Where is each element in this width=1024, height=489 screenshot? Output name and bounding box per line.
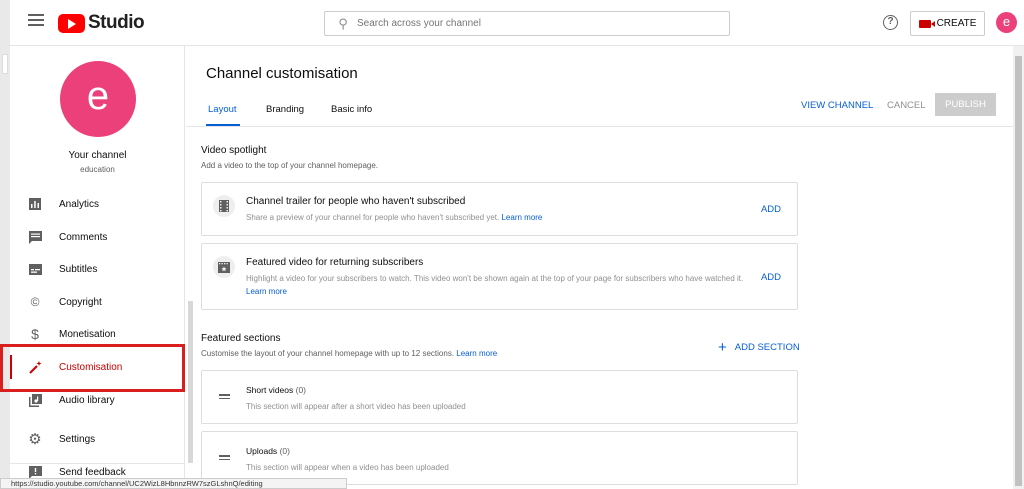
sidebar-item-subtitles[interactable]: Subtitles bbox=[10, 253, 185, 285]
sidebar-item-copyright[interactable]: © Copyright bbox=[10, 286, 185, 318]
sidebar-item-label: Send feedback bbox=[59, 466, 126, 478]
sidebar-item-label: Settings bbox=[59, 433, 96, 445]
sidebar-item-label: Monetisation bbox=[59, 328, 116, 340]
learn-more-link[interactable]: Learn more bbox=[456, 349, 497, 358]
tab-basic-info[interactable]: Basic info bbox=[331, 104, 372, 115]
featured-video-icon bbox=[213, 256, 235, 278]
add-trailer-button[interactable]: ADD bbox=[761, 204, 781, 215]
video-spotlight-subtitle: Add a video to the top of your channel h… bbox=[201, 161, 379, 170]
copyright-icon: © bbox=[30, 295, 40, 309]
film-strip-icon bbox=[213, 195, 235, 217]
create-button[interactable]: CREATE bbox=[910, 11, 985, 36]
youtube-play-icon bbox=[58, 13, 85, 33]
sidebar-item-label: Subtitles bbox=[59, 263, 98, 275]
section-desc: This section will appear when a video ha… bbox=[246, 463, 449, 472]
sidebar-item-label: Analytics bbox=[59, 198, 100, 210]
dollar-icon: $ bbox=[31, 326, 39, 342]
gear-icon: ⚙ bbox=[28, 431, 42, 448]
section-card-uploads[interactable]: Uploads (0) This section will appear whe… bbox=[201, 431, 798, 485]
section-card-short-videos[interactable]: Short videos (0) This section will appea… bbox=[201, 370, 798, 424]
panel-handle[interactable] bbox=[2, 54, 8, 74]
section-count: (0) bbox=[295, 385, 307, 395]
learn-more-link[interactable]: Learn more bbox=[246, 287, 287, 296]
help-icon[interactable]: ? bbox=[883, 15, 898, 30]
audio-library-icon bbox=[28, 393, 42, 407]
drag-handle-icon[interactable] bbox=[219, 455, 230, 462]
section-title-text: Short videos bbox=[246, 385, 294, 395]
sidebar-item-settings[interactable]: ⚙ Settings bbox=[10, 423, 185, 455]
feedback-icon bbox=[28, 465, 42, 479]
search-bar[interactable]: ⚲ bbox=[324, 11, 730, 36]
video-spotlight-title: Video spotlight bbox=[201, 145, 267, 156]
learn-more-link[interactable]: Learn more bbox=[501, 213, 542, 222]
drag-handle-icon[interactable] bbox=[219, 394, 230, 401]
account-avatar[interactable]: e bbox=[996, 12, 1017, 33]
channel-trailer-title: Channel trailer for people who haven't s… bbox=[246, 196, 466, 207]
create-video-icon bbox=[918, 19, 935, 28]
sidebar-item-analytics[interactable]: Analytics bbox=[10, 188, 185, 220]
comments-icon bbox=[28, 230, 42, 244]
tab-layout[interactable]: Layout bbox=[208, 104, 237, 115]
status-bar-url: https://studio.youtube.com/channel/UC2Wi… bbox=[0, 478, 347, 489]
channel-avatar[interactable]: e bbox=[60, 61, 136, 137]
add-featured-video-button[interactable]: ADD bbox=[761, 272, 781, 283]
featured-sections-title: Featured sections bbox=[201, 333, 281, 344]
page-title: Channel customisation bbox=[206, 65, 358, 82]
subtitles-icon bbox=[28, 262, 42, 276]
search-icon: ⚲ bbox=[338, 15, 348, 31]
search-input[interactable] bbox=[357, 18, 697, 29]
featured-sections-subtitle-text: Customise the layout of your channel hom… bbox=[201, 349, 455, 358]
highlight-annotation-box bbox=[0, 344, 185, 392]
plus-icon: + bbox=[718, 338, 727, 356]
main-content: Channel customisation Layout Branding Ba… bbox=[186, 46, 1013, 489]
publish-button[interactable]: PUBLISH bbox=[935, 93, 996, 116]
sidebar-item-comments[interactable]: Comments bbox=[10, 221, 185, 253]
logo-text: Studio bbox=[88, 12, 145, 33]
hamburger-menu-icon[interactable] bbox=[28, 14, 44, 30]
section-title: Short videos (0) bbox=[246, 385, 306, 395]
section-desc: This section will appear after a short v… bbox=[246, 402, 466, 411]
section-title: Uploads (0) bbox=[246, 446, 290, 456]
channel-trailer-desc-text: Share a preview of your channel for peop… bbox=[246, 213, 500, 222]
view-channel-button[interactable]: VIEW CHANNEL bbox=[801, 100, 873, 111]
featured-video-desc: Highlight a video for your subscribers t… bbox=[246, 272, 761, 298]
add-section-button[interactable]: + ADD SECTION bbox=[718, 338, 800, 356]
create-label: CREATE bbox=[936, 18, 977, 29]
section-count: (0) bbox=[279, 446, 290, 456]
channel-name: education bbox=[80, 165, 115, 174]
tab-divider bbox=[186, 126, 1013, 127]
featured-sections-subtitle: Customise the layout of your channel hom… bbox=[201, 349, 497, 358]
channel-trailer-card: Channel trailer for people who haven't s… bbox=[201, 182, 798, 236]
tab-branding[interactable]: Branding bbox=[266, 104, 304, 115]
analytics-icon bbox=[28, 197, 42, 211]
featured-video-desc-text: Highlight a video for your subscribers t… bbox=[246, 274, 744, 283]
channel-trailer-desc: Share a preview of your channel for peop… bbox=[246, 211, 761, 224]
top-bar: Studio ⚲ ? CREATE e bbox=[0, 0, 1024, 46]
section-title-text: Uploads bbox=[246, 446, 278, 456]
sidebar-item-label: Copyright bbox=[59, 296, 102, 308]
cancel-button[interactable]: CANCEL bbox=[887, 100, 926, 111]
add-section-label: ADD SECTION bbox=[734, 342, 800, 353]
featured-video-card: Featured video for returning subscribers… bbox=[201, 243, 798, 310]
featured-video-title: Featured video for returning subscribers bbox=[246, 257, 424, 268]
your-channel-label: Your channel bbox=[68, 150, 127, 161]
studio-logo[interactable]: Studio bbox=[58, 12, 145, 34]
sidebar-item-label: Audio library bbox=[59, 394, 115, 406]
page-scrollbar[interactable] bbox=[1013, 46, 1024, 489]
scrollbar-thumb[interactable] bbox=[1015, 56, 1022, 486]
sidebar: e Your channel education Analytics Comme… bbox=[0, 46, 193, 489]
sidebar-item-label: Comments bbox=[59, 231, 108, 243]
